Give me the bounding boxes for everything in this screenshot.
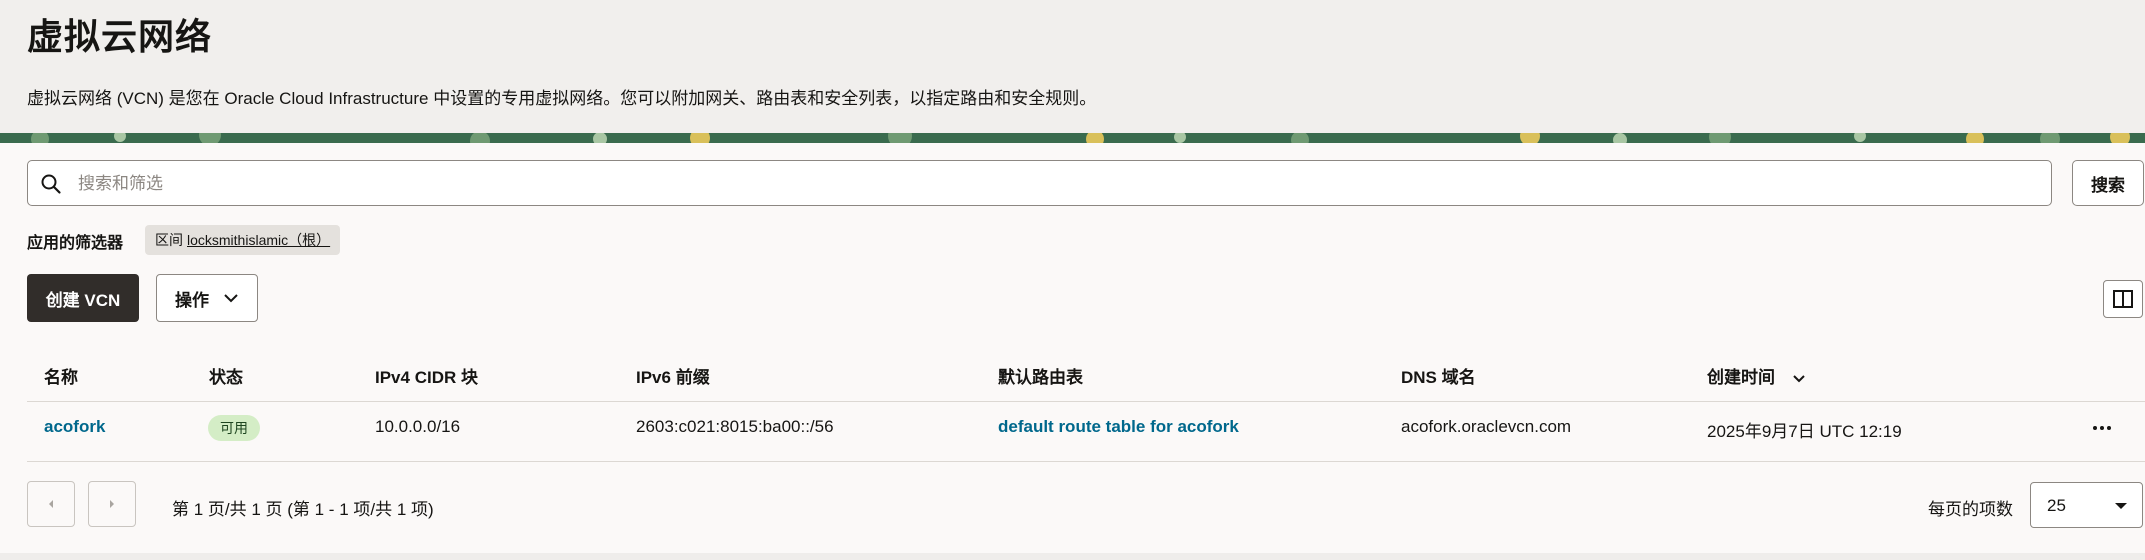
table-header-divider <box>27 401 2145 402</box>
main-content: 搜索 应用的筛选器 区间 locksmithislamic（根） 创建 VCN … <box>0 143 2145 560</box>
column-header-created[interactable]: 创建时间 <box>1707 363 1806 388</box>
dns-domain-cell: acofork.oraclevcn.com <box>1401 417 1572 436</box>
previous-page-button[interactable] <box>27 481 75 527</box>
items-per-page-select[interactable]: 25 <box>2030 482 2143 528</box>
route-table-link[interactable]: default route table for acofork <box>998 417 1239 437</box>
page-title: 虚拟云网络 <box>27 16 213 57</box>
ipv6-prefix-cell: 2603:c021:8015:ba00::/56 <box>636 417 834 436</box>
page-header: 虚拟云网络 虚拟云网络 (VCN) 是您在 Oracle Cloud Infra… <box>0 0 2145 133</box>
status-badge: 可用 <box>208 415 260 441</box>
footer-divider <box>0 553 2145 560</box>
more-actions-icon[interactable] <box>2088 416 2116 440</box>
column-header-ipv4[interactable]: IPv4 CIDR 块 <box>375 363 478 388</box>
items-per-page-label: 每页的项数 <box>1928 500 2013 519</box>
search-button[interactable]: 搜索 <box>2072 160 2144 206</box>
created-time-cell: 2025年9月7日 UTC 12:19 <box>1707 422 1902 441</box>
actions-button[interactable]: 操作 <box>156 274 258 322</box>
sort-chevron-down-icon <box>1793 374 1805 382</box>
column-header-ipv6[interactable]: IPv6 前缀 <box>636 363 710 388</box>
pagination-info: 第 1 页/共 1 页 (第 1 - 1 项/共 1 项) <box>172 500 434 519</box>
chevron-right-icon <box>110 500 114 508</box>
column-header-status[interactable]: 状态 <box>209 363 243 388</box>
filter-chip-value[interactable]: locksmithislamic（根） <box>187 230 330 250</box>
create-vcn-button[interactable]: 创建 VCN <box>27 274 139 322</box>
table-row-divider <box>27 461 2145 462</box>
page-description: 虚拟云网络 (VCN) 是您在 Oracle Cloud Infrastruct… <box>27 89 1097 108</box>
filter-chip-compartment[interactable]: 区间 locksmithislamic（根） <box>145 225 341 255</box>
next-page-button[interactable] <box>88 481 136 527</box>
decorative-banner <box>0 133 2145 143</box>
filter-chip-name: 区间 <box>155 232 183 248</box>
column-header-name[interactable]: 名称 <box>44 363 78 388</box>
columns-icon <box>2113 290 2133 308</box>
chevron-down-icon <box>224 294 238 303</box>
column-settings-button[interactable] <box>2103 280 2143 318</box>
column-header-route-table[interactable]: 默认路由表 <box>998 363 1083 388</box>
applied-filters-label: 应用的筛选器 <box>27 235 124 252</box>
vcn-name-link[interactable]: acofork <box>44 417 105 437</box>
column-header-dns[interactable]: DNS 域名 <box>1401 363 1476 388</box>
ipv4-cidr-cell: 10.0.0.0/16 <box>375 417 461 436</box>
column-header-created-label: 创建时间 <box>1707 368 1775 387</box>
chevron-left-icon <box>49 500 53 508</box>
actions-label: 操作 <box>175 290 209 310</box>
search-input[interactable] <box>76 167 1980 201</box>
search-box[interactable] <box>27 160 2052 206</box>
caret-down-icon <box>2115 503 2127 509</box>
items-per-page-value: 25 <box>2047 496 2066 515</box>
search-icon <box>41 174 61 194</box>
